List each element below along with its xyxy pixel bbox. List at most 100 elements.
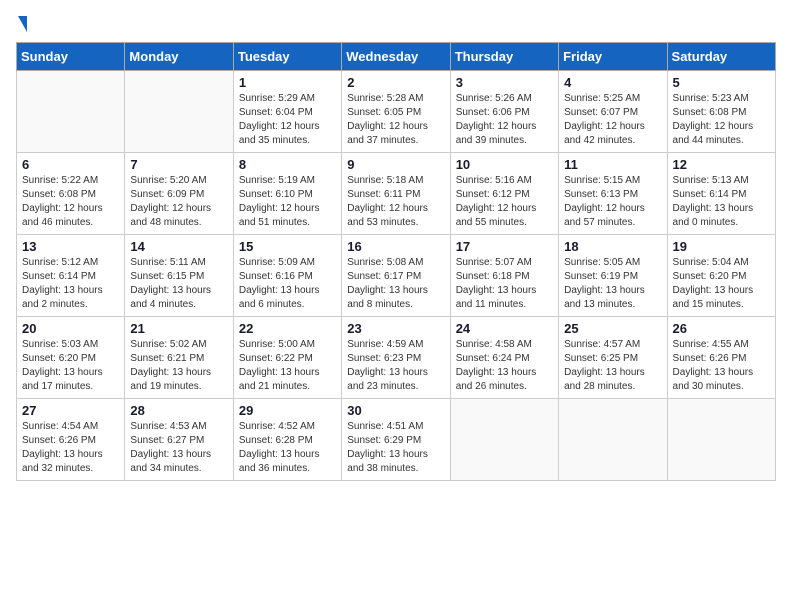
cell-info: Sunrise: 4:52 AM Sunset: 6:28 PM Dayligh… [239,420,336,476]
cell-info: Sunrise: 5:13 AM Sunset: 6:14 PM Dayligh… [673,174,770,230]
cell-info: Sunrise: 4:51 AM Sunset: 6:29 PM Dayligh… [347,420,444,476]
day-number: 1 [239,75,336,90]
day-number: 8 [239,157,336,172]
day-number: 21 [130,321,227,336]
weekday-header-friday: Friday [559,43,667,71]
calendar: SundayMondayTuesdayWednesdayThursdayFrid… [16,42,776,481]
day-number: 14 [130,239,227,254]
calendar-cell: 15 Sunrise: 5:09 AM Sunset: 6:16 PM Dayli… [233,235,341,317]
cell-info: Sunrise: 5:07 AM Sunset: 6:18 PM Dayligh… [456,256,553,312]
day-number: 28 [130,403,227,418]
day-number: 10 [456,157,553,172]
cell-info: Sunrise: 4:57 AM Sunset: 6:25 PM Dayligh… [564,338,661,394]
day-number: 24 [456,321,553,336]
weekday-header-monday: Monday [125,43,233,71]
cell-info: Sunrise: 5:15 AM Sunset: 6:13 PM Dayligh… [564,174,661,230]
day-number: 17 [456,239,553,254]
calendar-cell [125,71,233,153]
calendar-cell: 30 Sunrise: 4:51 AM Sunset: 6:29 PM Dayli… [342,399,450,481]
calendar-cell: 5 Sunrise: 5:23 AM Sunset: 6:08 PM Daylig… [667,71,775,153]
calendar-cell: 17 Sunrise: 5:07 AM Sunset: 6:18 PM Dayli… [450,235,558,317]
header [16,16,776,30]
calendar-cell: 12 Sunrise: 5:13 AM Sunset: 6:14 PM Dayli… [667,153,775,235]
weekday-header-thursday: Thursday [450,43,558,71]
calendar-cell: 13 Sunrise: 5:12 AM Sunset: 6:14 PM Dayli… [17,235,125,317]
calendar-cell: 19 Sunrise: 5:04 AM Sunset: 6:20 PM Dayli… [667,235,775,317]
calendar-week-4: 20 Sunrise: 5:03 AM Sunset: 6:20 PM Dayli… [17,317,776,399]
logo [16,16,27,30]
day-number: 3 [456,75,553,90]
cell-info: Sunrise: 5:09 AM Sunset: 6:16 PM Dayligh… [239,256,336,312]
day-number: 7 [130,157,227,172]
cell-info: Sunrise: 5:23 AM Sunset: 6:08 PM Dayligh… [673,92,770,148]
day-number: 15 [239,239,336,254]
cell-info: Sunrise: 5:28 AM Sunset: 6:05 PM Dayligh… [347,92,444,148]
cell-info: Sunrise: 4:53 AM Sunset: 6:27 PM Dayligh… [130,420,227,476]
cell-info: Sunrise: 4:55 AM Sunset: 6:26 PM Dayligh… [673,338,770,394]
calendar-cell: 25 Sunrise: 4:57 AM Sunset: 6:25 PM Dayli… [559,317,667,399]
calendar-cell: 22 Sunrise: 5:00 AM Sunset: 6:22 PM Dayli… [233,317,341,399]
cell-info: Sunrise: 5:04 AM Sunset: 6:20 PM Dayligh… [673,256,770,312]
calendar-cell [450,399,558,481]
calendar-header: SundayMondayTuesdayWednesdayThursdayFrid… [17,43,776,71]
day-number: 22 [239,321,336,336]
day-number: 16 [347,239,444,254]
cell-info: Sunrise: 5:00 AM Sunset: 6:22 PM Dayligh… [239,338,336,394]
day-number: 9 [347,157,444,172]
calendar-cell: 20 Sunrise: 5:03 AM Sunset: 6:20 PM Dayli… [17,317,125,399]
calendar-cell: 23 Sunrise: 4:59 AM Sunset: 6:23 PM Dayli… [342,317,450,399]
cell-info: Sunrise: 5:22 AM Sunset: 6:08 PM Dayligh… [22,174,119,230]
cell-info: Sunrise: 4:58 AM Sunset: 6:24 PM Dayligh… [456,338,553,394]
calendar-cell: 6 Sunrise: 5:22 AM Sunset: 6:08 PM Daylig… [17,153,125,235]
day-number: 26 [673,321,770,336]
calendar-week-5: 27Sunrise: 4:54 AM Sunset: 6:26 PM Dayli… [17,399,776,481]
day-number: 13 [22,239,119,254]
calendar-cell [559,399,667,481]
calendar-cell [17,71,125,153]
calendar-cell: 4 Sunrise: 5:25 AM Sunset: 6:07 PM Daylig… [559,71,667,153]
calendar-cell: 24 Sunrise: 4:58 AM Sunset: 6:24 PM Dayli… [450,317,558,399]
calendar-cell: 21 Sunrise: 5:02 AM Sunset: 6:21 PM Dayli… [125,317,233,399]
cell-info: Sunrise: 5:02 AM Sunset: 6:21 PM Dayligh… [130,338,227,394]
weekday-header-saturday: Saturday [667,43,775,71]
day-number: 23 [347,321,444,336]
calendar-cell: 18Sunrise: 5:05 AM Sunset: 6:19 PM Dayli… [559,235,667,317]
logo-triangle-icon [18,16,27,32]
cell-info: Sunrise: 5:12 AM Sunset: 6:14 PM Dayligh… [22,256,119,312]
calendar-cell: 28 Sunrise: 4:53 AM Sunset: 6:27 PM Dayli… [125,399,233,481]
cell-info: Sunrise: 5:03 AM Sunset: 6:20 PM Dayligh… [22,338,119,394]
calendar-cell [667,399,775,481]
day-number: 19 [673,239,770,254]
day-number: 5 [673,75,770,90]
calendar-cell: 1 Sunrise: 5:29 AM Sunset: 6:04 PM Daylig… [233,71,341,153]
calendar-cell: 8 Sunrise: 5:19 AM Sunset: 6:10 PM Daylig… [233,153,341,235]
day-number: 25 [564,321,661,336]
calendar-cell: 27Sunrise: 4:54 AM Sunset: 6:26 PM Dayli… [17,399,125,481]
day-number: 18 [564,239,661,254]
day-number: 30 [347,403,444,418]
cell-info: Sunrise: 5:29 AM Sunset: 6:04 PM Dayligh… [239,92,336,148]
weekday-header-wednesday: Wednesday [342,43,450,71]
calendar-cell: 3Sunrise: 5:26 AM Sunset: 6:06 PM Daylig… [450,71,558,153]
day-number: 6 [22,157,119,172]
calendar-cell: 16Sunrise: 5:08 AM Sunset: 6:17 PM Dayli… [342,235,450,317]
calendar-cell: 10 Sunrise: 5:16 AM Sunset: 6:12 PM Dayli… [450,153,558,235]
day-number: 12 [673,157,770,172]
day-number: 27 [22,403,119,418]
cell-info: Sunrise: 5:16 AM Sunset: 6:12 PM Dayligh… [456,174,553,230]
calendar-week-1: 1 Sunrise: 5:29 AM Sunset: 6:04 PM Daylig… [17,71,776,153]
calendar-cell: 26 Sunrise: 4:55 AM Sunset: 6:26 PM Dayli… [667,317,775,399]
calendar-cell: 7Sunrise: 5:20 AM Sunset: 6:09 PM Daylig… [125,153,233,235]
calendar-cell: 11 Sunrise: 5:15 AM Sunset: 6:13 PM Dayli… [559,153,667,235]
cell-info: Sunrise: 4:59 AM Sunset: 6:23 PM Dayligh… [347,338,444,394]
day-number: 4 [564,75,661,90]
day-number: 20 [22,321,119,336]
day-number: 2 [347,75,444,90]
calendar-week-3: 13 Sunrise: 5:12 AM Sunset: 6:14 PM Dayli… [17,235,776,317]
cell-info: Sunrise: 5:25 AM Sunset: 6:07 PM Dayligh… [564,92,661,148]
calendar-cell: 14Sunrise: 5:11 AM Sunset: 6:15 PM Dayli… [125,235,233,317]
cell-info: Sunrise: 5:19 AM Sunset: 6:10 PM Dayligh… [239,174,336,230]
day-number: 29 [239,403,336,418]
day-number: 11 [564,157,661,172]
calendar-week-2: 6 Sunrise: 5:22 AM Sunset: 6:08 PM Daylig… [17,153,776,235]
